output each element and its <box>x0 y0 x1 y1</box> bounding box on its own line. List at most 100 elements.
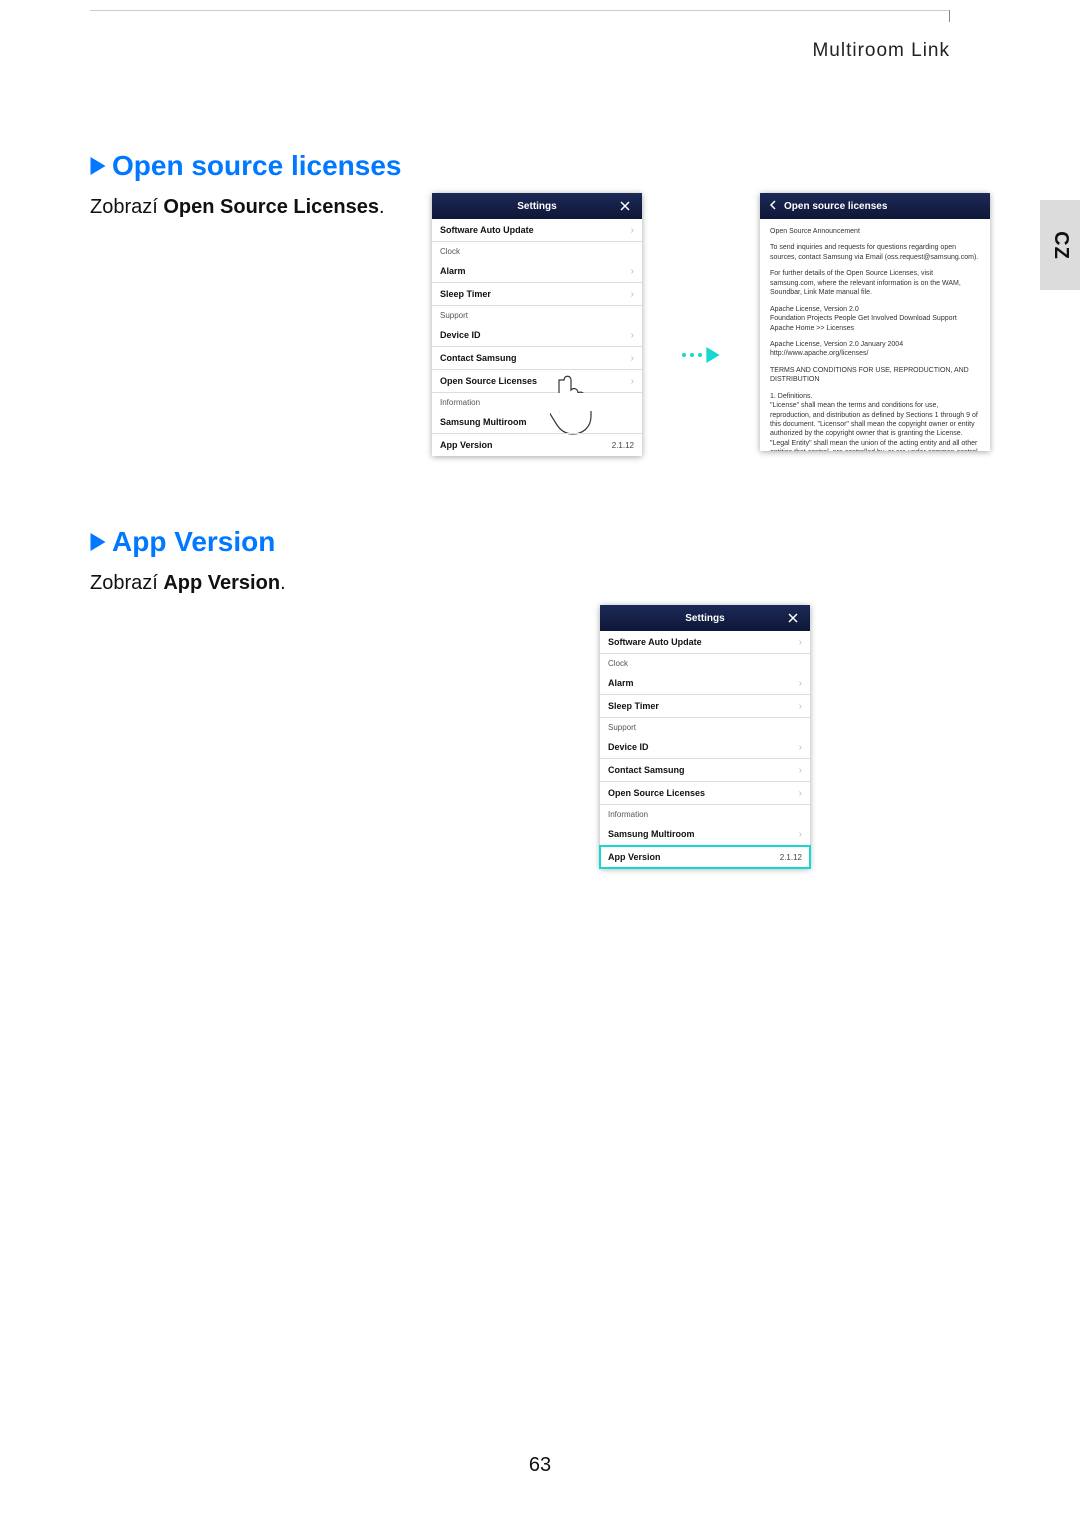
chevron-right-icon: › <box>799 788 802 799</box>
row-group-clock: Clock <box>432 242 642 260</box>
row-software-auto-update[interactable]: Software Auto Update › <box>600 631 810 654</box>
license-paragraph: Apache License, Version 2.0 Foundation P… <box>770 305 980 333</box>
group-label: Support <box>440 311 468 320</box>
top-divider-tick <box>949 10 950 22</box>
row-software-auto-update[interactable]: Software Auto Update › <box>432 219 642 242</box>
row-device-id[interactable]: Device ID › <box>600 736 810 759</box>
app-version-value: 2.1.12 <box>780 853 802 862</box>
section-app-version: App Version Zobrazí App Version. Setting… <box>90 526 990 868</box>
desc-bold: App Version <box>163 572 280 594</box>
row-label: App Version <box>440 440 493 450</box>
license-body: Open Source Announcement To send inquiri… <box>760 219 990 451</box>
triangle-bullet-icon <box>90 157 106 175</box>
section-open-source-licenses: Open source licenses Zobrazí Open Source… <box>90 150 990 456</box>
language-tab-cz: CZ <box>1040 200 1080 290</box>
section-heading: App Version <box>90 526 990 558</box>
group-label: Clock <box>608 659 628 668</box>
row-app-version-highlighted[interactable]: App Version 2.1.12 <box>600 846 810 868</box>
row-group-support: Support <box>600 718 810 736</box>
page-number: 63 <box>0 1454 1080 1477</box>
license-paragraph: For further details of the Open Source L… <box>770 269 980 297</box>
app-version-value: 2.1.12 <box>612 441 634 450</box>
row-samsung-multiroom[interactable]: Samsung Multiroom <box>432 411 642 434</box>
row-group-clock: Clock <box>600 654 810 672</box>
row-label: Software Auto Update <box>440 225 534 235</box>
row-group-information: Information <box>600 805 810 823</box>
transition-arrow <box>682 347 720 363</box>
row-sleep-timer[interactable]: Sleep Timer › <box>600 695 810 718</box>
settings-screenshot-2: Settings Software Auto Update › Clock Al… <box>600 605 810 868</box>
row-label: Software Auto Update <box>608 637 702 647</box>
row-open-source-licenses[interactable]: Open Source Licenses › <box>432 370 642 393</box>
back-button[interactable] <box>768 200 778 212</box>
row-label: Contact Samsung <box>608 765 685 775</box>
license-paragraph: 1. Definitions. "License" shall mean the… <box>770 392 980 451</box>
license-announcement-heading: Open Source Announcement <box>770 227 980 236</box>
settings-titlebar: Settings <box>432 193 642 219</box>
license-paragraph: TERMS AND CONDITIONS FOR USE, REPRODUCTI… <box>770 366 980 385</box>
row-group-support: Support <box>432 306 642 324</box>
row-label: Sleep Timer <box>608 701 659 711</box>
row-sleep-timer[interactable]: Sleep Timer › <box>432 283 642 306</box>
row-alarm[interactable]: Alarm › <box>600 672 810 695</box>
desc-prefix: Zobrazí <box>90 572 163 594</box>
chevron-right-icon: › <box>799 701 802 712</box>
chevron-right-icon: › <box>799 637 802 648</box>
arrow-dot <box>682 353 686 357</box>
chevron-right-icon: › <box>631 225 634 236</box>
row-alarm[interactable]: Alarm › <box>432 260 642 283</box>
chevron-right-icon: › <box>631 353 634 364</box>
group-label: Support <box>608 723 636 732</box>
settings-titlebar: Settings <box>600 605 810 631</box>
section-description: Zobrazí App Version. <box>90 572 990 595</box>
open-source-licenses-screenshot: Open source licenses Open Source Announc… <box>760 193 990 451</box>
header-multiroom-link: Multiroom Link <box>812 40 950 62</box>
chevron-right-icon: › <box>799 742 802 753</box>
license-paragraph: Apache License, Version 2.0 January 2004… <box>770 340 980 359</box>
section-title: App Version <box>112 526 275 558</box>
row-contact-samsung[interactable]: Contact Samsung › <box>432 347 642 370</box>
triangle-bullet-icon <box>90 533 106 551</box>
language-tab-label: CZ <box>1048 231 1071 260</box>
row-contact-samsung[interactable]: Contact Samsung › <box>600 759 810 782</box>
row-group-information: Information <box>432 393 642 411</box>
document-page: Multiroom Link CZ Open source licenses Z… <box>0 0 1080 1527</box>
close-button[interactable] <box>784 613 802 623</box>
chevron-right-icon: › <box>631 289 634 300</box>
row-app-version[interactable]: App Version 2.1.12 <box>432 434 642 456</box>
row-label: Device ID <box>608 742 649 752</box>
figure-row: Settings Software Auto Update › Clock Al… <box>90 193 990 456</box>
row-label: Contact Samsung <box>440 353 517 363</box>
close-icon <box>620 201 630 211</box>
license-titlebar: Open source licenses <box>760 193 990 219</box>
chevron-right-icon: › <box>799 678 802 689</box>
row-device-id[interactable]: Device ID › <box>432 324 642 347</box>
chevron-right-icon: › <box>631 330 634 341</box>
group-label: Information <box>608 810 648 819</box>
close-button[interactable] <box>616 201 634 211</box>
row-label: Device ID <box>440 330 481 340</box>
settings-title: Settings <box>458 201 616 212</box>
row-label: Open Source Licenses <box>440 376 537 386</box>
license-paragraph: To send inquiries and requests for quest… <box>770 243 980 262</box>
row-open-source-licenses[interactable]: Open Source Licenses › <box>600 782 810 805</box>
section-heading: Open source licenses <box>90 150 990 182</box>
group-label: Information <box>440 398 480 407</box>
chevron-right-icon: › <box>799 765 802 776</box>
row-label: Alarm <box>608 678 634 688</box>
row-samsung-multiroom[interactable]: Samsung Multiroom › <box>600 823 810 846</box>
chevron-right-icon: › <box>631 376 634 387</box>
row-label: Sleep Timer <box>440 289 491 299</box>
settings-title: Settings <box>626 613 784 624</box>
chevron-left-icon <box>768 200 778 210</box>
desc-suffix: . <box>280 572 286 594</box>
close-icon <box>788 613 798 623</box>
chevron-right-icon: › <box>799 829 802 840</box>
row-label: Open Source Licenses <box>608 788 705 798</box>
chevron-right-icon: › <box>631 266 634 277</box>
arrow-right-icon <box>706 347 720 363</box>
arrow-dot <box>690 353 694 357</box>
row-label: Alarm <box>440 266 466 276</box>
license-title: Open source licenses <box>784 201 887 212</box>
top-divider <box>90 10 950 11</box>
